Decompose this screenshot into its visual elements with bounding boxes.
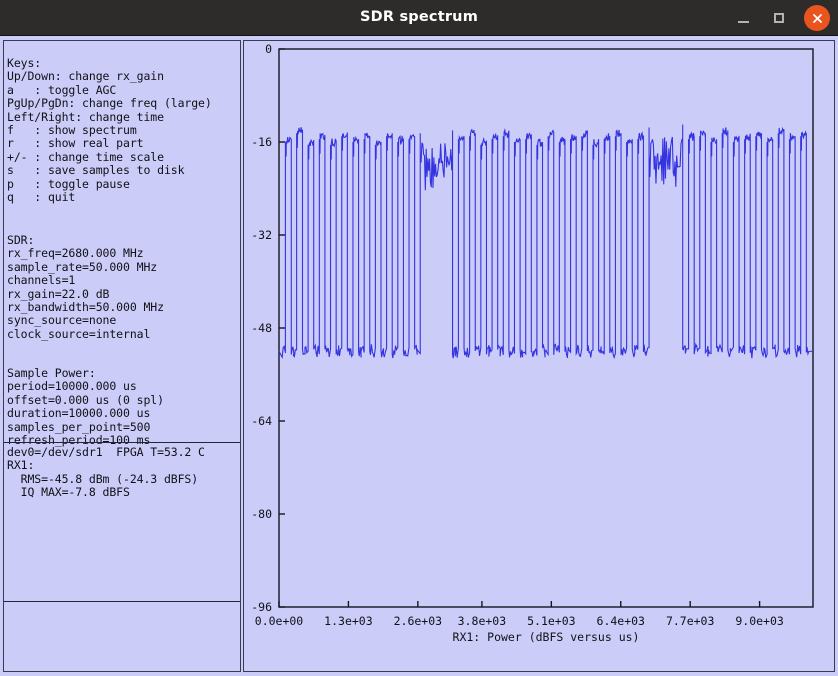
sdr-line: rx_bandwidth=50.000 MHz [7, 300, 164, 315]
y-tick-label: -16 [251, 135, 272, 149]
sdr-spectrum-window: SDR spectrum Keys: Up/Down: change rx_ga… [0, 0, 838, 676]
maximize-button[interactable] [768, 7, 790, 29]
x-tick-label: 3.8e+03 [458, 614, 507, 628]
sample-power-line: period=10000.000 us [7, 379, 137, 394]
window-titlebar[interactable]: SDR spectrum [0, 0, 838, 36]
keys-line: +/- : change time scale [7, 149, 164, 164]
sdr-heading: SDR: [7, 233, 35, 247]
keys-line: s : save samples to disk [7, 163, 185, 178]
x-axis-label: RX1: Power (dBFS versus us) [453, 630, 640, 644]
panel-divider-upper [4, 442, 240, 443]
window-title: SDR spectrum [359, 9, 479, 25]
power-vs-time-chart[interactable]: 0 -16 -32 -48 -64 -80 -960.0e+00 1.3e+03 2.6e+03… [244, 41, 833, 670]
keys-line: r : show real part [7, 136, 144, 151]
y-tick-label: -64 [251, 414, 272, 428]
keys-line: a : toggle AGC [7, 82, 117, 97]
status-line: RMS=-45.8 dBm (-24.3 dBFS) [7, 471, 199, 486]
x-tick-label: 9.0e+03 [735, 614, 784, 628]
sdr-line: rx_gain=22.0 dB [7, 286, 110, 301]
y-tick-label: -32 [251, 228, 272, 242]
keys-line: q : quit [7, 190, 76, 205]
y-tick-label: -80 [251, 507, 272, 521]
window-controls [732, 0, 830, 36]
keys-section: Keys: Up/Down: change rx_gain a : toggle… [4, 56, 240, 205]
x-tick-label: 2.6e+03 [394, 614, 443, 628]
minimize-button[interactable] [732, 7, 754, 29]
sdr-line: rx_freq=2680.000 MHz [7, 246, 144, 261]
device-status-section: dev0=/dev/sdr1 FPGA T=53.2 C RX1: RMS=-4… [4, 445, 240, 500]
keys-line: p : toggle pause [7, 176, 130, 191]
status-line: RX1: [7, 458, 35, 473]
x-tick-label: 6.4e+03 [597, 614, 646, 628]
sample-power-heading: Sample Power: [7, 366, 96, 380]
keys-line: f : show spectrum [7, 123, 137, 138]
sdr-settings-section: SDR: rx_freq=2680.000 MHz sample_rate=50… [4, 233, 240, 341]
x-tick-label: 7.7e+03 [666, 614, 715, 628]
y-tick-label: 0 [265, 42, 272, 56]
power-trace [278, 124, 814, 360]
sample-power-line: offset=0.000 us (0 spl) [7, 392, 164, 407]
sample-power-line: samples_per_point=500 [7, 419, 151, 434]
close-icon [812, 13, 822, 23]
sdr-line: clock_source=internal [7, 326, 151, 341]
sample-power-line: duration=10000.000 us [7, 406, 151, 421]
sample-power-section: Sample Power: period=10000.000 us offset… [4, 366, 240, 447]
x-tick-label: 1.3e+03 [324, 614, 373, 628]
x-tick-label: 0.0e+00 [255, 614, 304, 628]
keys-line: Left/Right: change time [7, 109, 164, 124]
status-line: IQ MAX=-7.8 dBFS [7, 485, 130, 500]
keys-line: PgUp/PgDn: change freq (large) [7, 96, 212, 111]
spectrum-plot-panel: 0 -16 -32 -48 -64 -80 -96 0.0e+00 1.3e+03 2.6e+03… [243, 40, 835, 672]
chart-tick-labels: 0 -16 -32 -48 -64 -80 -960.0e+00 1.3e+03 2.6e+03… [251, 42, 784, 628]
keys-line: Up/Down: change rx_gain [7, 69, 164, 84]
panel-divider-lower [4, 601, 240, 602]
close-button[interactable] [804, 5, 830, 31]
sdr-line: channels=1 [7, 273, 76, 288]
y-tick-label: -48 [251, 321, 272, 335]
info-panel: Keys: Up/Down: change rx_gain a : toggle… [3, 40, 241, 672]
sdr-line: sync_source=none [7, 313, 117, 328]
y-tick-label: -96 [251, 600, 272, 614]
sdr-line: sample_rate=50.000 MHz [7, 259, 158, 274]
keys-heading: Keys: [7, 56, 42, 70]
x-tick-label: 5.1e+03 [527, 614, 576, 628]
status-line: dev0=/dev/sdr1 FPGA T=53.2 C [7, 445, 205, 459]
